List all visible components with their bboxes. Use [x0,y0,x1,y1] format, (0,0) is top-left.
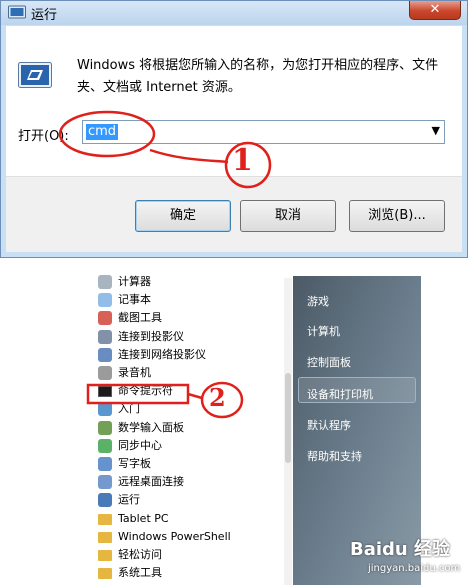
menu-item-label: 命令提示符 [118,384,173,398]
command-prompt-icon [98,386,112,398]
menu-item-label: 同步中心 [118,438,162,452]
menu-item-label: 运行 [118,493,140,507]
getting-started-icon [98,402,112,417]
folder-icon [98,531,112,543]
menu-item-label: 连接到投影仪 [118,329,184,343]
window-title: 运行 [31,8,58,23]
step-number-1: 1 [232,143,253,178]
run-app-icon [8,5,26,19]
menu-item-label: 录音机 [118,366,151,379]
command-input[interactable]: cmd [86,124,119,140]
step-number-2: 2 [209,383,226,412]
cancel-button[interactable]: 取消 [240,200,336,232]
menu-item-label: 写字板 [118,457,151,470]
menu-item-label: 记事本 [118,293,151,307]
command-combobox[interactable]: cmd ▼ [82,120,445,144]
menu-item-label: 远程桌面连接 [118,475,184,489]
watermark-brand: Baidu 经验 [350,539,451,560]
menu-item-label: 计算器 [118,275,151,288]
close-icon: ✕ [429,2,441,17]
projector-icon [98,329,112,344]
title-bar: 运行 [1,1,467,25]
right-panel-item[interactable]: 控制面板 [307,354,351,370]
menu-item-label: Tablet PC [118,511,169,525]
right-panel-item[interactable]: 设备和打印机 [307,386,373,402]
run-icon [98,493,112,508]
watermark: Baidu 经验 jingyan.baidu.com [350,535,462,581]
notepad-icon [98,293,112,308]
folder-icon [98,568,112,580]
menu-item-label: 数学输入面板 [118,420,184,434]
folder-icon [98,550,112,561]
menu-scrollbar[interactable] [284,278,292,585]
open-label: 打开(O): [18,129,69,144]
right-panel-item[interactable]: 游戏 [307,293,329,309]
dialog-description: Windows 将根据您所输入的名称，为您打开相应的程序、文件夹、文档或 Int… [77,58,439,95]
right-panel-item[interactable]: 默认程序 [307,417,351,433]
menu-item-label: 连接到网络投影仪 [118,347,206,361]
menu-item-label: Windows PowerShell [118,529,231,543]
right-panel-item[interactable]: 帮助和支持 [307,448,362,464]
browse-button[interactable]: 浏览(B)... [349,200,445,232]
sync-icon [98,438,112,453]
math-input-icon [98,420,112,435]
run-program-icon [18,62,52,88]
close-button[interactable]: ✕ [409,1,461,20]
menu-item-label: 轻松访问 [118,548,162,561]
network-projector-icon [98,347,112,362]
menu-item-label: 截图工具 [118,311,162,325]
chevron-down-icon[interactable]: ▼ [432,124,440,137]
right-panel-item[interactable]: 计算机 [307,323,340,339]
folder-icon [98,513,112,525]
remote-desktop-icon [98,475,112,490]
watermark-url: jingyan.baidu.com [368,563,461,574]
menu-item-label: 系统工具 [118,566,162,580]
scissors-icon [98,311,112,326]
scrollbar-thumb[interactable] [285,373,291,463]
wordpad-icon [98,457,112,471]
menu-item-label: 入门 [118,402,140,416]
ok-button[interactable]: 确定 [135,200,231,232]
calculator-icon [98,275,112,289]
microphone-icon [98,366,112,380]
